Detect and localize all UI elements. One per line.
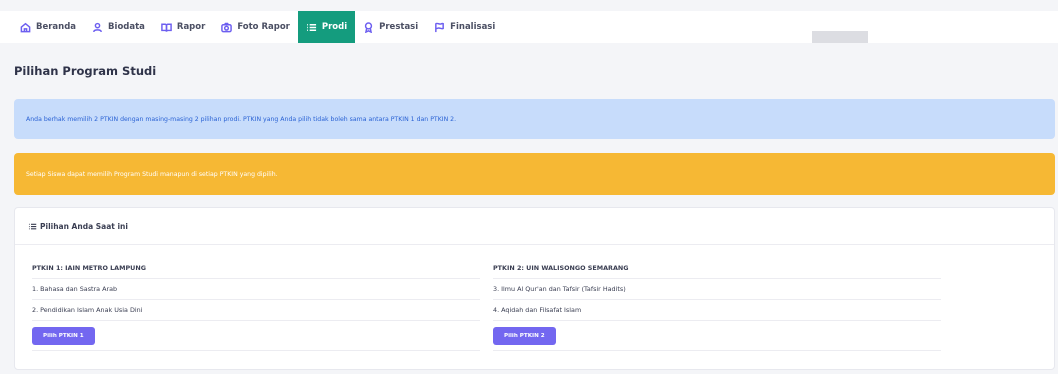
flag-icon (435, 22, 445, 32)
warning-alert-text: Setiap Siswa dapat memilih Program Studi… (26, 170, 278, 178)
nav-label: Finalisasi (450, 22, 496, 32)
ptkin2-button-row: Pilih PTKIN 2 (493, 321, 941, 351)
list-icon (307, 23, 316, 31)
ptkin1-column: PTKIN 1: IAIN METRO LAMPUNG 1. Bahasa da… (32, 258, 480, 351)
card-title: Pilihan Anda Saat ini (40, 221, 128, 231)
nav-label: Prestasi (379, 22, 419, 32)
pilih-ptkin1-button[interactable]: Pilih PTKIN 1 (32, 326, 95, 345)
ptkin1-choice-2: 2. Pendidikan Islam Anak Usia Dini (32, 300, 480, 321)
home-icon (20, 22, 31, 32)
nav-item-prodi[interactable]: Prodi (297, 11, 356, 43)
camera-icon (221, 22, 233, 32)
ptkin2-choice-4: 4. Aqidah dan Filsafat Islam (493, 300, 941, 321)
warning-alert: Setiap Siswa dapat memilih Program Studi… (14, 153, 1055, 195)
nav-item-rapor[interactable]: Rapor (153, 11, 213, 43)
info-alert: Anda berhak memilih 2 PTKIN dengan masin… (14, 99, 1055, 139)
nav-label: Biodata (108, 22, 145, 32)
ptkin1-choice-1: 1. Bahasa dan Sastra Arab (32, 279, 480, 300)
ptkin2-heading: PTKIN 2: UIN WALISONGO SEMARANG (493, 258, 941, 279)
info-alert-text: Anda berhak memilih 2 PTKIN dengan masin… (26, 115, 457, 123)
navbar-placeholder-block (812, 31, 868, 43)
nav-item-finalisasi[interactable]: Finalisasi (426, 11, 503, 43)
ptkin1-button-row: Pilih PTKIN 1 (32, 321, 480, 351)
list-icon (28, 223, 37, 229)
current-choice-card: Pilihan Anda Saat ini PTKIN 1: IAIN METR… (14, 207, 1055, 370)
nav-label: Foto Rapor (237, 22, 290, 32)
ptkin2-column: PTKIN 2: UIN WALISONGO SEMARANG 3. Ilmu … (493, 258, 941, 351)
nav-item-beranda[interactable]: Beranda (12, 11, 84, 43)
nav-item-foto-rapor[interactable]: Foto Rapor (213, 11, 298, 43)
card-header: Pilihan Anda Saat ini (15, 208, 1054, 245)
nav-label: Prodi (321, 22, 348, 32)
nav-item-biodata[interactable]: Biodata (84, 11, 153, 43)
ptkin2-choice-3: 3. Ilmu Al Qur'an dan Tafsir (Tafsir Had… (493, 279, 941, 300)
top-navbar: Beranda Biodata Rapor Foto Rapor Prodi P… (0, 0, 1058, 43)
main-nav: Beranda Biodata Rapor Foto Rapor Prodi P… (12, 11, 503, 43)
user-icon (92, 22, 103, 32)
nav-label: Rapor (176, 22, 206, 32)
award-icon (364, 21, 373, 33)
pilih-ptkin2-button[interactable]: Pilih PTKIN 2 (493, 326, 556, 345)
book-open-icon (161, 23, 172, 32)
page-title: Pilihan Program Studi (14, 64, 157, 78)
nav-item-prestasi[interactable]: Prestasi (355, 11, 426, 43)
ptkin1-heading: PTKIN 1: IAIN METRO LAMPUNG (32, 258, 480, 279)
nav-label: Beranda (36, 22, 77, 32)
